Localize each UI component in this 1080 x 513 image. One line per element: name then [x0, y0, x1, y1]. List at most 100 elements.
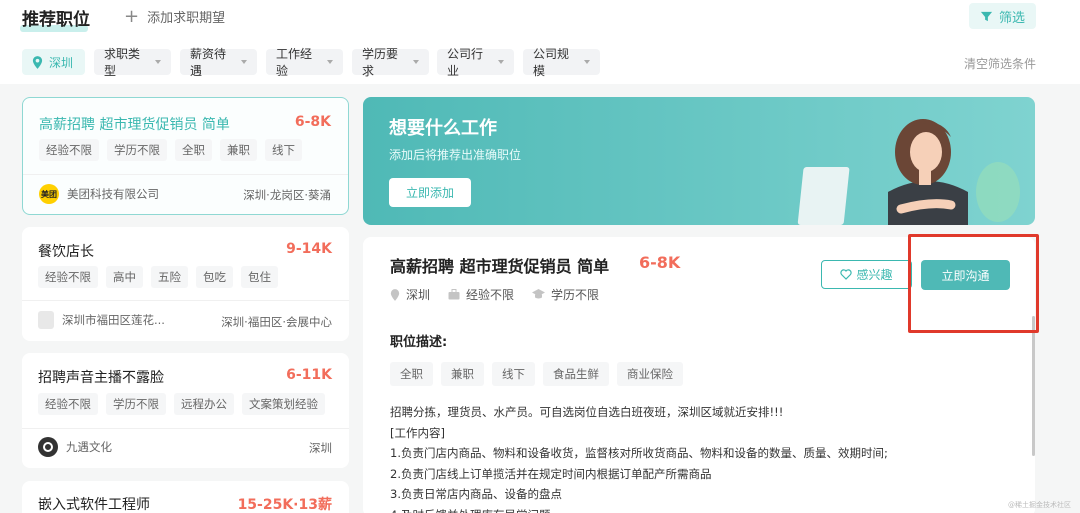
detail-city: 深圳: [390, 286, 430, 303]
job-tag: 文案策划经验: [242, 393, 325, 415]
caret-down-icon: [498, 60, 504, 64]
job-title: 招聘声音主播不露脸: [38, 370, 164, 386]
caret-down-icon: [327, 60, 333, 64]
woman-at-laptop-illustration: [797, 119, 1020, 225]
job-tag: 全职: [175, 139, 212, 161]
detail-experience: 经验不限: [448, 286, 514, 303]
building-icon: [38, 311, 54, 329]
detail-education: 学历不限: [532, 286, 599, 303]
description-line: 2.负责门店线上订单揽活并在规定时间内根据订单配产所需商品: [390, 466, 712, 481]
detail-tag: 食品生鲜: [543, 362, 609, 386]
briefcase-icon: [448, 289, 460, 300]
job-description-heading: 职位描述:: [390, 335, 448, 350]
filter-industry[interactable]: 公司行业: [437, 47, 514, 78]
job-title: 嵌入式软件工程师: [38, 497, 150, 513]
filter-experience[interactable]: 工作经验: [266, 47, 343, 78]
add-expectation-label: 添加求职期望: [147, 11, 226, 26]
filter-label: 学历要求: [362, 47, 399, 78]
card-divider: [23, 174, 348, 175]
city-filter[interactable]: 深圳: [22, 49, 85, 75]
job-tag: 学历不限: [107, 139, 167, 161]
detail-education-label: 学历不限: [551, 288, 600, 302]
company-logo-mark: [43, 442, 53, 452]
watermark: @稀土掘金技术社区: [1008, 501, 1071, 509]
caret-down-icon: [155, 60, 161, 64]
job-tag: 远程办公: [174, 393, 234, 415]
card-divider: [22, 300, 349, 301]
job-card[interactable]: 餐饮店长 9-14K 经验不限 高中 五险 包吃 包住 深圳市福田区莲花... …: [22, 227, 349, 341]
expectation-banner: 想要什么工作 添加后将推荐出准确职位 立即添加: [363, 97, 1035, 225]
interested-button-label: 感兴趣: [856, 268, 893, 282]
job-tag: 线下: [265, 139, 302, 161]
banner-title: 想要什么工作: [389, 118, 497, 139]
job-salary: 9-14K: [286, 241, 332, 257]
detail-tag: 商业保险: [617, 362, 683, 386]
clear-filters-link[interactable]: 清空筛选条件: [964, 55, 1036, 72]
detail-scrollbar[interactable]: [1032, 316, 1035, 456]
company-info[interactable]: 九遇文化: [38, 437, 112, 457]
job-title: 高薪招聘 超市理货促销员 简单: [39, 117, 230, 133]
filter-label: 工作经验: [276, 47, 313, 78]
add-now-button[interactable]: 立即添加: [389, 178, 471, 207]
job-card[interactable]: 高薪招聘 超市理货促销员 简单 6-8K 经验不限 学历不限 全职 兼职 线下 …: [22, 97, 349, 215]
banner-subtitle: 添加后将推荐出准确职位: [389, 148, 522, 162]
annotation-highlight-box: [908, 234, 1039, 333]
caret-down-icon: [584, 60, 590, 64]
description-line: 招聘分拣，理货员、水产员。可自选岗位自选白班夜班，深圳区域就近安排!!!: [390, 405, 784, 419]
filter-label: 薪资待遇: [190, 47, 227, 78]
description-line: [工作内容]: [390, 425, 445, 440]
company-logo: [38, 437, 58, 457]
interested-button[interactable]: 感兴趣: [821, 260, 912, 289]
job-tag: 经验不限: [39, 139, 99, 161]
job-tag: 经验不限: [38, 266, 98, 288]
caret-down-icon: [413, 60, 419, 64]
filter-job-type[interactable]: 求职类型: [94, 47, 171, 78]
add-expectation-link[interactable]: + 添加求职期望: [124, 7, 225, 26]
detail-city-label: 深圳: [406, 288, 431, 302]
company-info[interactable]: 美团 美团科技有限公司: [39, 184, 159, 204]
description-line: 1.负责门店内商品、物料和设备收货，监督核对所收货商品、物料和设备的数量、质量、…: [390, 446, 888, 460]
filter-company-size[interactable]: 公司规模: [523, 47, 600, 78]
caret-down-icon: [241, 60, 247, 64]
job-salary: 15-25K·13薪: [237, 497, 332, 513]
job-salary: 6-8K: [294, 114, 331, 130]
plus-icon: +: [124, 5, 140, 27]
detail-tag: 线下: [492, 362, 535, 386]
top-bar: 推荐职位 + 添加求职期望 筛选: [0, 0, 1080, 40]
funnel-icon: [980, 11, 993, 21]
company-logo: 美团: [39, 184, 59, 204]
detail-tags: 全职 兼职 线下 食品生鲜 商业保险: [390, 362, 683, 386]
job-description-body: 招聘分拣，理货员、水产员。可自选岗位自选白班夜班，深圳区域就近安排!!! [工作…: [390, 402, 1010, 513]
card-divider: [22, 428, 349, 429]
detail-salary: 6-8K: [639, 253, 681, 272]
detail-tag: 兼职: [441, 362, 484, 386]
job-tag: 学历不限: [106, 393, 166, 415]
job-tag: 包住: [241, 266, 278, 288]
job-tag: 经验不限: [38, 393, 98, 415]
company-name: 九遇文化: [66, 440, 112, 454]
job-tags: 经验不限 学历不限 全职 兼职 线下: [39, 139, 302, 161]
job-tag: 包吃: [196, 266, 233, 288]
job-location: 深圳: [309, 441, 332, 455]
job-card[interactable]: 嵌入式软件工程师 15-25K·13薪: [22, 481, 349, 513]
detail-tag: 全职: [390, 362, 433, 386]
company-name: 美团科技有限公司: [67, 187, 159, 201]
job-location: 深圳·福田区·会展中心: [221, 315, 332, 329]
filter-label: 公司行业: [447, 47, 484, 78]
description-line: 4.及时反馈并处理库存异常问题;: [390, 505, 1010, 513]
job-tag: 高中: [106, 266, 143, 288]
page-title: 推荐职位: [22, 10, 90, 30]
filter-label: 求职类型: [104, 47, 141, 78]
company-name: 深圳市福田区莲花...: [62, 313, 165, 327]
job-tags: 经验不限 学历不限 远程办公 文案策划经验: [38, 393, 325, 415]
filter-button[interactable]: 筛选: [968, 3, 1036, 29]
filter-salary[interactable]: 薪资待遇: [180, 47, 257, 78]
city-filter-label: 深圳: [49, 55, 74, 70]
heart-icon: [840, 269, 853, 280]
filter-label: 公司规模: [533, 47, 570, 78]
company-info[interactable]: 深圳市福田区莲花...: [38, 311, 165, 329]
filter-education[interactable]: 学历要求: [352, 47, 429, 78]
job-card[interactable]: 招聘声音主播不露脸 6-11K 经验不限 学历不限 远程办公 文案策划经验 九遇…: [22, 353, 349, 468]
graduation-cap-icon: [532, 289, 546, 299]
description-line: 3.负责日常店内商品、设备的盘点: [390, 487, 562, 501]
